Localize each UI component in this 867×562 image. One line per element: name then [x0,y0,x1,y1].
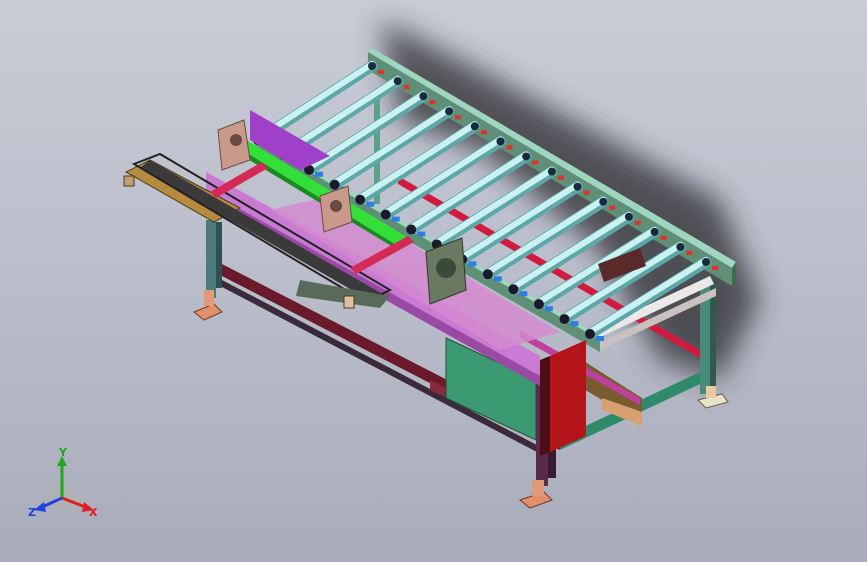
y-axis-label: Y [58,446,68,459]
z-axis-label: Z [28,506,36,519]
orientation-triad: Y X Z [28,446,98,519]
x-axis-label: X [89,506,98,519]
cad-viewport[interactable]: Y X Z [0,0,867,562]
